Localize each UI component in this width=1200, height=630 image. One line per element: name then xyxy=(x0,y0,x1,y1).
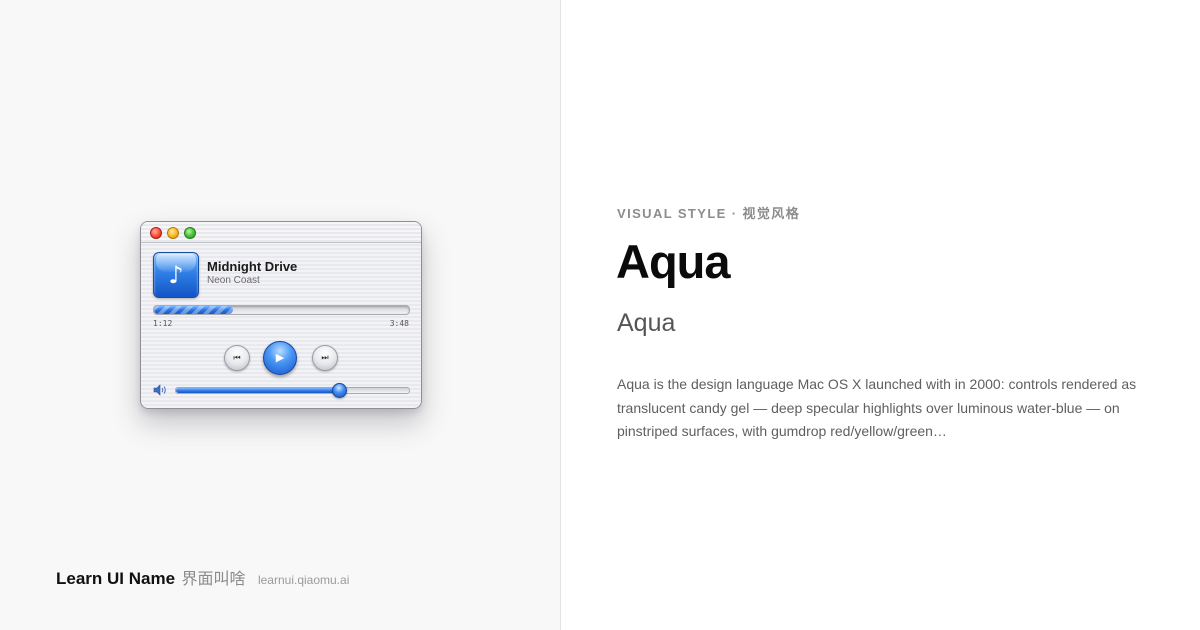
track-title: Midnight Drive xyxy=(207,259,298,274)
volume-knob[interactable] xyxy=(332,383,348,398)
eyebrow-label: VISUAL STYLE · 视觉风格 xyxy=(617,206,801,221)
preview-panel: ♪ Midnight Drive Neon Coast 1:12 3:48 ⏮ … xyxy=(0,0,561,630)
brand-name: Learn UI Name xyxy=(56,569,176,588)
music-player-window: ♪ Midnight Drive Neon Coast 1:12 3:48 ⏮ … xyxy=(140,221,422,409)
play-icon: ▶ xyxy=(275,351,285,364)
playback-progress-bar[interactable] xyxy=(153,305,410,315)
volume-slider[interactable] xyxy=(175,383,410,398)
music-note-icon: ♪ xyxy=(168,261,184,289)
progress-fill xyxy=(154,306,234,314)
zoom-window-button[interactable] xyxy=(184,227,196,239)
window-titlebar[interactable] xyxy=(141,222,421,243)
album-art: ♪ xyxy=(153,252,199,298)
brand-footer: Learn UI Name 界面叫啥 learnui.qiaomu.ai xyxy=(56,565,349,589)
track-artist: Neon Coast xyxy=(207,275,260,286)
time-total: 3:48 xyxy=(389,319,409,328)
minimize-window-button[interactable] xyxy=(167,227,179,239)
brand-url[interactable]: learnui.qiaomu.ai xyxy=(258,573,349,587)
play-button[interactable]: ▶ xyxy=(263,341,297,375)
info-panel: VISUAL STYLE · 视觉风格 Aqua Aqua Aqua is th… xyxy=(561,0,1200,630)
speaker-icon xyxy=(153,384,166,396)
volume-fill xyxy=(176,388,340,393)
previous-track-button[interactable]: ⏮ xyxy=(224,345,250,371)
close-window-button[interactable] xyxy=(150,227,162,239)
page-title: Aqua xyxy=(616,235,730,288)
time-elapsed: 1:12 xyxy=(153,319,173,328)
next-track-button[interactable]: ⏭ xyxy=(312,345,338,371)
style-description: Aqua is the design language Mac OS X lau… xyxy=(617,376,1137,439)
next-track-icon: ⏭ xyxy=(321,353,329,362)
page-subtitle: Aqua xyxy=(617,309,676,337)
brand-name-cn: 界面叫啥 xyxy=(181,569,246,588)
previous-track-icon: ⏮ xyxy=(233,353,241,362)
